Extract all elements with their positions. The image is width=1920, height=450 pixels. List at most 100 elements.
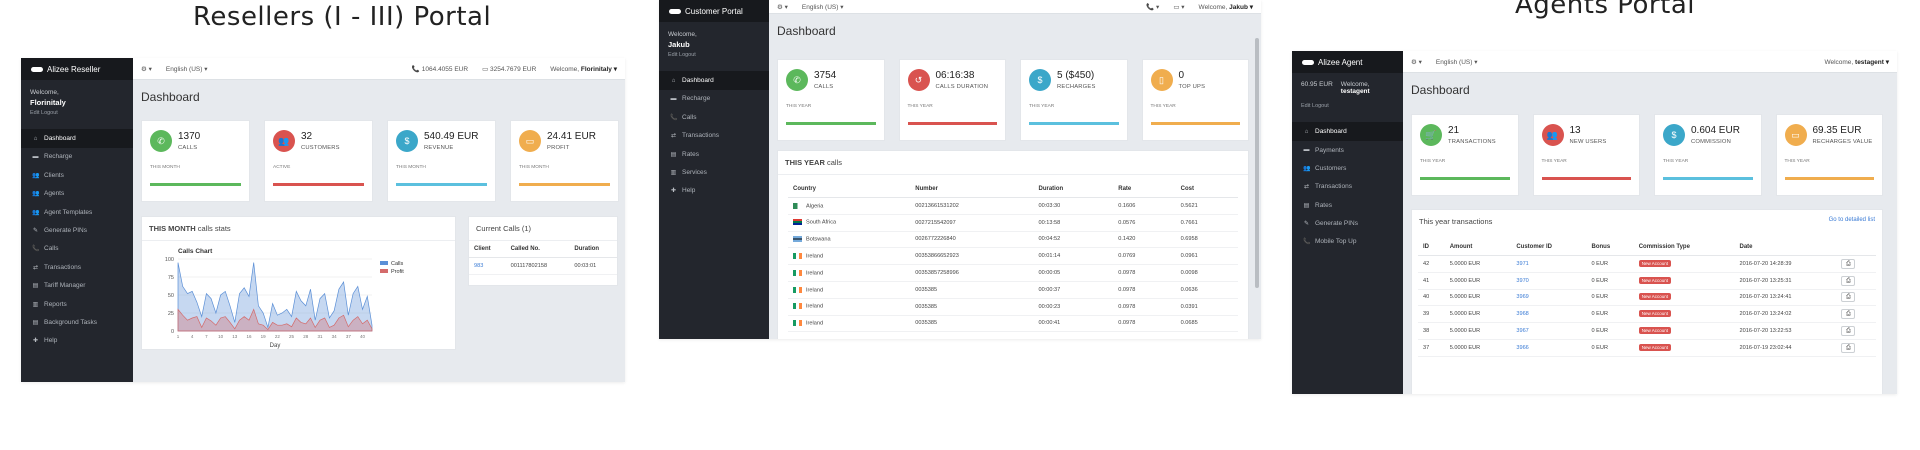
stat-label: CALLS bbox=[178, 145, 198, 151]
stat-cards: ✆ 1370 CALLS THIS MONTH 👥 32 CUSTOMERS ACTIVE $5… bbox=[141, 120, 619, 202]
stat-cards: 🛒 21 TRANSACTIONS THIS YEAR 👥 13 NEW USERS THIS… bbox=[1411, 114, 1883, 196]
print-icon[interactable]: ⎙ bbox=[1841, 292, 1856, 303]
sidebar-item-clients[interactable]: 👥 Clients bbox=[21, 166, 133, 184]
language-select[interactable]: English (US) ▾ bbox=[802, 3, 844, 11]
sidebar-item-dashboard[interactable]: ⌂ Dashboard bbox=[21, 129, 133, 148]
card-menu[interactable]: ▭ ▾ bbox=[1173, 3, 1184, 11]
user-menu[interactable]: Welcome, testagent ▾ bbox=[1824, 58, 1889, 66]
stat-period: THIS MONTH bbox=[396, 165, 426, 170]
settings-menu[interactable]: ⚙ ▾ bbox=[1411, 58, 1422, 66]
column-header-amount[interactable]: Amount bbox=[1444, 239, 1512, 256]
stat-card-customers: 👥 32 CUSTOMERS ACTIVE bbox=[264, 120, 373, 202]
y-tick-label: 50 bbox=[168, 293, 174, 299]
column-header-called-no[interactable]: Called No. bbox=[505, 241, 570, 258]
country-name: Ireland bbox=[806, 253, 824, 260]
stat-bar bbox=[150, 183, 241, 186]
sidebar-item-help[interactable]: ✚ Help bbox=[659, 182, 769, 200]
column-header-commission-type[interactable]: Commission Type bbox=[1633, 239, 1735, 256]
sidebar-item-transactions[interactable]: ⇄ Transactions bbox=[21, 258, 133, 276]
print-icon[interactable]: ⎙ bbox=[1841, 309, 1856, 320]
print-icon[interactable]: ⎙ bbox=[1841, 275, 1856, 286]
sidebar-item-rates[interactable]: ▤ Rates bbox=[1292, 196, 1403, 214]
column-header-cost[interactable]: Cost bbox=[1175, 181, 1238, 198]
sidebar-item-recharge[interactable]: ▬ Recharge bbox=[21, 148, 133, 166]
column-header-client[interactable]: Client bbox=[469, 241, 506, 258]
sidebar-item-background-tasks[interactable]: ▤ Background Tasks bbox=[21, 313, 133, 331]
reports-icon: ▥ bbox=[32, 301, 39, 308]
cell-customer-id[interactable]: 3969 bbox=[1511, 289, 1587, 307]
column-header-duration[interactable]: Duration bbox=[569, 241, 617, 258]
services-icon: ▥ bbox=[670, 169, 677, 176]
legend-label: Profit bbox=[391, 269, 404, 275]
language-select[interactable]: English (US) ▾ bbox=[166, 65, 208, 73]
sidebar-item-reports[interactable]: ▥ Reports bbox=[21, 295, 133, 313]
sidebar-item-generate-pins[interactable]: ✎ Generate PINs bbox=[1292, 214, 1403, 232]
scrollbar[interactable] bbox=[1255, 38, 1259, 288]
cell-customer-id[interactable]: 3967 bbox=[1511, 322, 1587, 340]
stat-period: THIS YEAR bbox=[1029, 104, 1055, 109]
cell-id: 41 bbox=[1418, 272, 1445, 290]
cell-amount: 5.0000 EUR bbox=[1444, 339, 1512, 357]
agent-screenshot: Alizee Agent 60.95 EUR Welcome, testagent… bbox=[1292, 51, 1897, 394]
x-tick-label: 22 bbox=[275, 334, 281, 339]
edit-logout-links[interactable]: Edit Logout bbox=[30, 110, 124, 117]
cell-id: 37 bbox=[1418, 339, 1445, 357]
sidebar-item-agents[interactable]: 👥 Agents bbox=[21, 184, 133, 202]
cell-bonus: 0 EUR bbox=[1586, 289, 1634, 307]
cell-customer-id[interactable]: 3966 bbox=[1511, 339, 1587, 357]
sidebar-item-agent-templates[interactable]: 👥 Agent Templates bbox=[21, 203, 133, 221]
cell-id: 38 bbox=[1418, 322, 1445, 340]
sidebar-item-payments[interactable]: ▬ Payments bbox=[1292, 141, 1403, 159]
sidebar-item-transactions[interactable]: ⇄ Transactions bbox=[1292, 178, 1403, 196]
cell-customer-id[interactable]: 3970 bbox=[1511, 272, 1587, 290]
x-tick-label: 25 bbox=[289, 334, 295, 339]
column-header-rate[interactable]: Rate bbox=[1113, 181, 1176, 198]
sidebar-item-label: Transactions bbox=[44, 263, 81, 271]
print-icon[interactable]: ⎙ bbox=[1841, 342, 1856, 353]
column-header-duration[interactable]: Duration bbox=[1033, 181, 1114, 198]
column-header-customer-id[interactable]: Customer ID bbox=[1511, 239, 1587, 256]
detailed-list-link[interactable]: Go to detailed list bbox=[1829, 217, 1875, 223]
cell-client[interactable]: 983 bbox=[469, 257, 506, 275]
help-icon: ✚ bbox=[32, 338, 39, 345]
column-header-number[interactable]: Number bbox=[910, 181, 1034, 198]
sidebar-item-calls[interactable]: 📞 Calls bbox=[659, 108, 769, 126]
sidebar-item-mobile-top-up[interactable]: 📞 Mobile Top Up bbox=[1292, 233, 1403, 251]
sidebar-item-calls[interactable]: 📞 Calls bbox=[21, 240, 133, 258]
sidebar-item-recharge[interactable]: ▬ Recharge bbox=[659, 90, 769, 108]
sidebar-item-customers[interactable]: 👥 Customers bbox=[1292, 159, 1403, 177]
column-header-bonus[interactable]: Bonus bbox=[1586, 239, 1634, 256]
print-icon[interactable]: ⎙ bbox=[1841, 326, 1856, 337]
sidebar-item-dashboard[interactable]: ⌂ Dashboard bbox=[659, 71, 769, 90]
sidebar-item-services[interactable]: ▥ Services bbox=[659, 163, 769, 181]
cell-customer-id[interactable]: 3971 bbox=[1511, 255, 1587, 273]
agent-portal-title: Agents Portal bbox=[1515, 0, 1695, 20]
sidebar-item-transactions[interactable]: ⇄ Transactions bbox=[659, 126, 769, 144]
cell-duration: 00:03:01 bbox=[569, 257, 617, 275]
cell-customer-id[interactable]: 3968 bbox=[1511, 305, 1587, 324]
sidebar-item-help[interactable]: ✚ Help bbox=[21, 332, 133, 350]
stat-bar bbox=[1420, 177, 1510, 180]
sidebar-item-label: Background Tasks bbox=[44, 318, 97, 326]
print-icon[interactable]: ⎙ bbox=[1841, 258, 1856, 269]
sidebar-item-tariff-manager[interactable]: ▤ Tariff Manager bbox=[21, 276, 133, 294]
stat-card-top-ups: ▯ 0 TOP UPS THIS YEAR bbox=[1141, 59, 1249, 141]
sidebar-item-rates[interactable]: ▤ Rates bbox=[659, 145, 769, 163]
language-select[interactable]: English (US) ▾ bbox=[1436, 58, 1478, 66]
stat-value: 1370 bbox=[178, 131, 201, 142]
edit-logout-links[interactable]: Edit Logout bbox=[1301, 103, 1394, 110]
country-name: South Africa bbox=[806, 219, 837, 226]
edit-logout-links[interactable]: Edit Logout bbox=[668, 52, 760, 59]
column-header-id[interactable]: ID bbox=[1418, 239, 1445, 256]
column-header-country[interactable]: Country bbox=[788, 181, 911, 198]
user-menu[interactable]: Welcome, Florinitaly ▾ bbox=[550, 65, 617, 73]
column-header-[interactable] bbox=[1836, 239, 1876, 256]
stat-period: THIS MONTH bbox=[519, 165, 549, 170]
sidebar-item-generate-pins[interactable]: ✎ Generate PINs bbox=[21, 221, 133, 239]
column-header-date[interactable]: Date bbox=[1734, 239, 1837, 256]
settings-menu[interactable]: ⚙ ▾ bbox=[777, 3, 788, 11]
user-menu[interactable]: Welcome, Jakub ▾ bbox=[1199, 3, 1253, 11]
phone-menu[interactable]: 📞 ▾ bbox=[1146, 3, 1159, 11]
sidebar-item-dashboard[interactable]: ⌂ Dashboard bbox=[1292, 122, 1403, 141]
settings-menu[interactable]: ⚙ ▾ bbox=[141, 65, 152, 73]
